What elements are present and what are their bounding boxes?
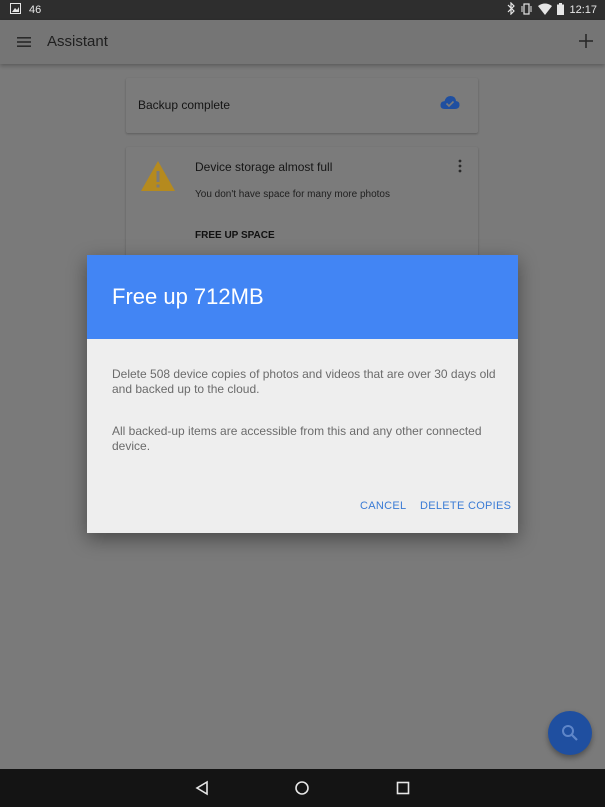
app-bar: Assistant [0, 20, 605, 64]
status-left: 46 [10, 3, 41, 17]
storage-card-title: Device storage almost full [195, 160, 333, 174]
hamburger-menu-icon[interactable] [16, 34, 32, 50]
status-right: 12:17 [507, 1, 597, 18]
cancel-button[interactable]: CANCEL [360, 500, 406, 512]
storage-card-subtitle: You don't have space for many more photo… [195, 189, 390, 200]
free-up-space-button[interactable]: FREE UP SPACE [195, 230, 275, 241]
wifi-icon [538, 3, 553, 18]
bluetooth-icon [507, 1, 516, 18]
more-vert-icon[interactable] [458, 159, 462, 173]
warning-icon [140, 160, 176, 192]
notification-count: 46 [29, 4, 42, 16]
dialog-body-primary: Delete 508 device copies of photos and v… [112, 367, 496, 396]
delete-copies-button[interactable]: DELETE COPIES [420, 500, 511, 512]
battery-icon [557, 2, 565, 18]
dialog-title: Free up 712MB [112, 284, 264, 309]
cloud-done-icon [440, 95, 460, 111]
vibrate-icon [520, 2, 533, 18]
backup-complete-card[interactable]: Backup complete [126, 78, 478, 133]
add-icon[interactable] [579, 30, 593, 52]
navigation-bar [0, 769, 605, 807]
recents-icon[interactable] [395, 780, 411, 796]
dialog-body-secondary: All backed-up items are accessible from … [112, 424, 482, 453]
backup-complete-text: Backup complete [138, 98, 231, 112]
page-title: Assistant [47, 33, 108, 50]
home-icon[interactable] [294, 780, 310, 796]
search-fab[interactable] [548, 711, 592, 755]
status-bar: 46 12:17 [0, 0, 605, 20]
back-icon[interactable] [194, 780, 210, 796]
image-icon [10, 3, 21, 17]
free-up-dialog: Free up 712MB Delete 508 device copies o… [87, 255, 518, 533]
dialog-header: Free up 712MB [87, 255, 518, 339]
clock: 12:17 [569, 4, 597, 16]
